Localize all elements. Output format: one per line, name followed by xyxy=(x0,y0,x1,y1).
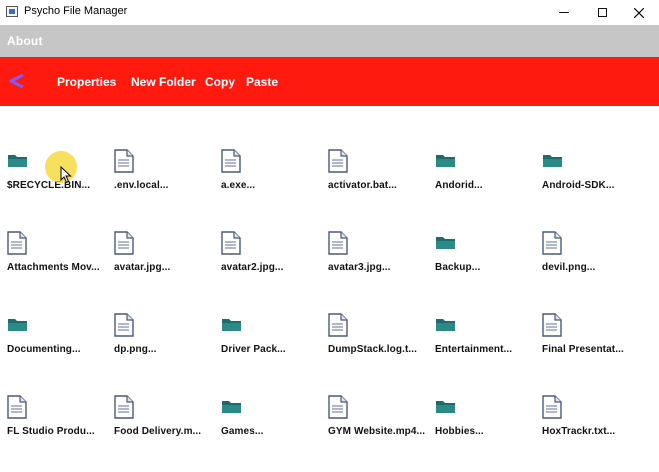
file-name-label: Food Delivery.m... xyxy=(114,426,202,437)
document-icon xyxy=(542,231,564,255)
document-icon xyxy=(328,149,350,173)
file-item[interactable]: Final Presentat... xyxy=(535,313,642,363)
title-bar: Psycho File Manager xyxy=(0,0,659,25)
file-name-label: GYM Website.mp4... xyxy=(328,426,426,437)
folder-item[interactable]: Android-SDK... xyxy=(535,149,642,199)
file-item[interactable]: avatar3.jpg... xyxy=(321,231,428,281)
file-name-label: avatar3.jpg... xyxy=(328,262,391,273)
file-name-label: Backup... xyxy=(435,262,481,273)
folder-icon xyxy=(7,151,29,175)
document-icon xyxy=(7,231,29,255)
document-icon xyxy=(114,149,136,173)
menu-item-about[interactable]: About xyxy=(7,34,43,48)
file-name-label: FL Studio Produ... xyxy=(7,426,95,437)
document-icon xyxy=(328,231,350,255)
window-title: Psycho File Manager xyxy=(24,5,128,17)
file-name-label: Attachments Mov... xyxy=(7,262,100,273)
folder-item[interactable]: Documenting... xyxy=(0,313,107,363)
folder-icon xyxy=(221,397,243,421)
file-name-label: Android-SDK... xyxy=(542,180,615,191)
folder-item[interactable]: Driver Pack... xyxy=(214,313,321,363)
folder-icon xyxy=(7,315,29,339)
file-item[interactable]: Attachments Mov... xyxy=(0,231,107,281)
file-item[interactable]: .env.local... xyxy=(107,149,214,199)
toolbar: Properties New Folder Copy Paste xyxy=(0,57,659,106)
app-icon xyxy=(6,6,18,17)
document-icon xyxy=(542,395,564,419)
new-folder-button[interactable]: New Folder xyxy=(131,75,196,89)
document-icon xyxy=(114,313,136,337)
file-name-label: devil.png... xyxy=(542,262,596,273)
document-icon xyxy=(221,231,243,255)
file-item[interactable]: a.exe... xyxy=(214,149,321,199)
file-name-label: Documenting... xyxy=(7,344,81,355)
folder-icon xyxy=(542,151,564,175)
document-icon xyxy=(7,395,29,419)
folder-icon xyxy=(435,315,457,339)
back-button[interactable] xyxy=(6,69,28,93)
file-name-label: DumpStack.log.t... xyxy=(328,344,418,355)
document-icon xyxy=(328,395,350,419)
chevron-left-icon xyxy=(9,73,24,89)
close-icon xyxy=(634,7,644,18)
file-item[interactable]: activator.bat... xyxy=(321,149,428,199)
folder-icon xyxy=(435,151,457,175)
file-name-label: avatar2.jpg... xyxy=(221,262,284,273)
file-name-label: activator.bat... xyxy=(328,180,397,191)
minimize-button[interactable] xyxy=(545,0,583,25)
file-item[interactable]: avatar2.jpg... xyxy=(214,231,321,281)
file-item[interactable]: DumpStack.log.t... xyxy=(321,313,428,363)
file-name-label: Final Presentat... xyxy=(542,344,624,355)
mouse-cursor-icon xyxy=(60,166,72,184)
file-name-label: Driver Pack... xyxy=(221,344,286,355)
file-name-label: HoxTrackr.txt... xyxy=(542,426,616,437)
file-name-label: .env.local... xyxy=(114,180,169,191)
folder-item[interactable]: Hobbies... xyxy=(428,395,535,445)
document-icon xyxy=(328,313,350,337)
file-item[interactable]: avatar.jpg... xyxy=(107,231,214,281)
file-name-label: Andorid... xyxy=(435,180,483,191)
folder-item[interactable]: Games... xyxy=(214,395,321,445)
file-name-label: $RECYCLE.BIN... xyxy=(7,180,91,191)
file-item[interactable]: dp.png... xyxy=(107,313,214,363)
copy-button[interactable]: Copy xyxy=(205,75,235,89)
maximize-button[interactable] xyxy=(583,0,621,25)
folder-item[interactable]: Entertainment... xyxy=(428,313,535,363)
file-name-label: Games... xyxy=(221,426,264,437)
file-grid: $RECYCLE.BIN... .env.local... a.exe... acti… xyxy=(0,106,659,472)
file-name-label: a.exe... xyxy=(221,180,256,191)
paste-button[interactable]: Paste xyxy=(246,75,278,89)
folder-icon xyxy=(221,315,243,339)
document-icon xyxy=(114,395,136,419)
folder-item[interactable]: Backup... xyxy=(428,231,535,281)
document-icon xyxy=(114,231,136,255)
file-item[interactable]: devil.png... xyxy=(535,231,642,281)
document-icon xyxy=(221,149,243,173)
file-name-label: Hobbies... xyxy=(435,426,484,437)
folder-item[interactable]: Andorid... xyxy=(428,149,535,199)
file-item[interactable]: Food Delivery.m... xyxy=(107,395,214,445)
file-name-label: avatar.jpg... xyxy=(114,262,171,273)
file-item[interactable]: FL Studio Produ... xyxy=(0,395,107,445)
menu-bar: About xyxy=(0,25,659,57)
close-button[interactable] xyxy=(620,0,658,25)
document-icon xyxy=(542,313,564,337)
maximize-icon xyxy=(597,8,607,17)
file-item[interactable]: GYM Website.mp4... xyxy=(321,395,428,445)
minimize-icon xyxy=(559,12,569,13)
folder-icon xyxy=(435,397,457,421)
folder-icon xyxy=(435,233,457,257)
properties-button[interactable]: Properties xyxy=(57,75,116,89)
file-name-label: Entertainment... xyxy=(435,344,513,355)
file-item[interactable]: HoxTrackr.txt... xyxy=(535,395,642,445)
file-name-label: dp.png... xyxy=(114,344,157,355)
